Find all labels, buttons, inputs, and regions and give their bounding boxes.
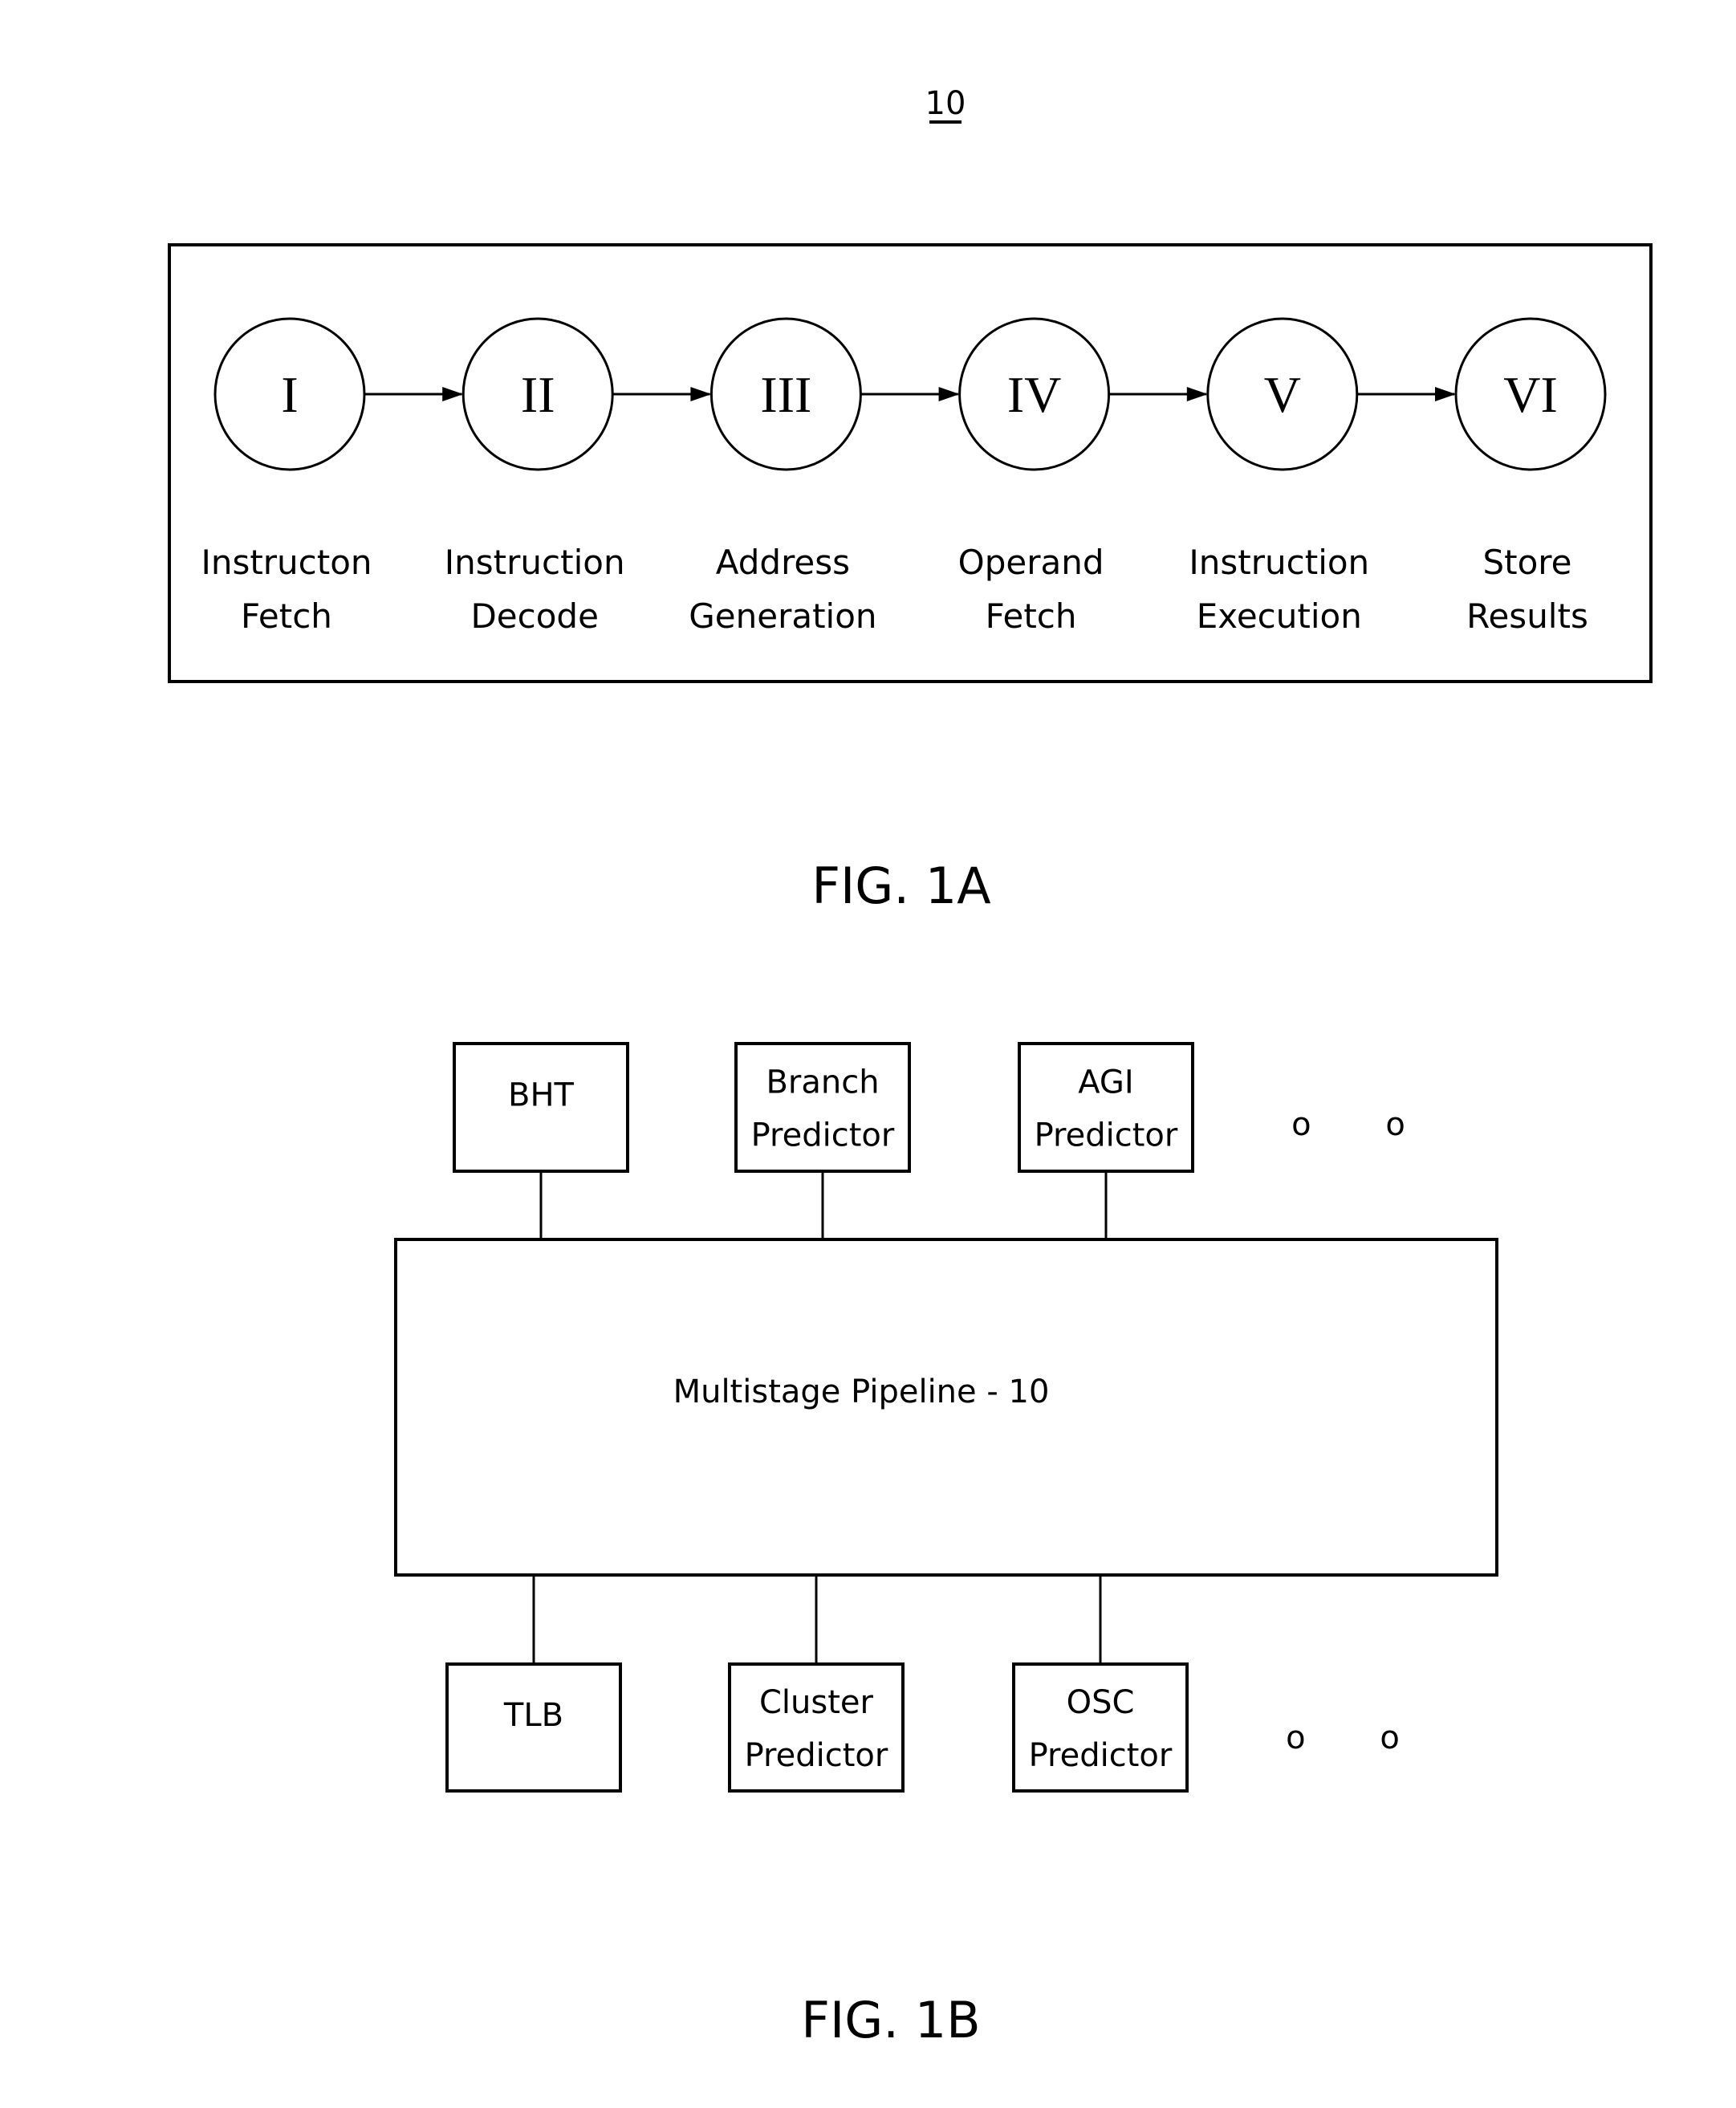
unit-label-line1: OSC <box>1067 1684 1135 1721</box>
stage-label-line1: Instruction <box>1189 543 1369 582</box>
predictor-unit: TLB <box>445 1575 622 1793</box>
pipeline-stages: I Instructon Fetch II Instruction Decode III Ad… <box>201 317 1607 636</box>
stage-numeral: I <box>281 366 298 423</box>
arrow-head-icon <box>690 387 712 401</box>
unit-label-line1: Branch <box>766 1064 879 1101</box>
stage-numeral: V <box>1264 366 1301 423</box>
pipeline-stage: IV Operand Fetch <box>958 317 1111 636</box>
pipeline-stage: V Instruction Execution <box>1189 317 1369 636</box>
stage-label-line2: Fetch <box>986 596 1077 636</box>
stage-numeral: II <box>521 366 555 423</box>
stage-label-line1: Instruction <box>445 543 625 582</box>
fig-1a-caption: FIG. 1A <box>811 857 990 915</box>
pipeline-stage: VI Store Results <box>1454 317 1607 636</box>
fig-1b-caption: FIG. 1B <box>801 1991 980 2049</box>
fig-1a: I Instructon Fetch II Instruction Decode III Ad… <box>168 243 1653 915</box>
predictor-unit: AGI Predictor <box>1018 1042 1194 1239</box>
multistage-pipeline-label: Multistage Pipeline - 10 <box>673 1373 1050 1410</box>
pipeline-stage: I Instructon Fetch <box>201 317 372 636</box>
page-reference-number: 10 <box>925 85 966 122</box>
stage-label-line2: Execution <box>1197 596 1362 636</box>
unit-label: TLB <box>503 1697 563 1734</box>
arrow-head-icon <box>1186 387 1208 401</box>
arrow-head-icon <box>1435 387 1456 401</box>
predictor-unit: Branch Predictor <box>734 1042 911 1239</box>
unit-label-line2: Predictor <box>745 1737 888 1774</box>
top-ellipsis-marks: o o <box>1291 1106 1437 1143</box>
top-units: BHT Branch Predictor AGI Predictor <box>453 1042 1194 1239</box>
stage-label-line2: Decode <box>470 596 598 636</box>
predictor-unit: OSC Predictor <box>1012 1575 1189 1793</box>
stage-label-line2: Generation <box>689 596 876 636</box>
stage-label-line1: Store <box>1482 543 1571 582</box>
patent-figure-sheet: 10 IInstructonFetchIIInstructionDecodeII… <box>168 85 1653 2049</box>
pipeline-stage: II Instruction Decode <box>445 317 625 636</box>
stage-label-line1: Instructon <box>201 543 372 582</box>
arrow-head-icon <box>938 387 960 401</box>
stage-label-line2: Fetch <box>241 596 332 636</box>
stage-label-line1: Operand <box>958 543 1104 582</box>
pipeline-stages-frame <box>168 243 1653 683</box>
stage-numeral: III <box>760 366 811 423</box>
unit-label-line2: Predictor <box>751 1117 895 1154</box>
unit-label-line1: AGI <box>1078 1064 1133 1101</box>
stage-label-line1: Address <box>716 543 850 582</box>
unit-label-line1: Cluster <box>759 1684 874 1721</box>
arrow-head-icon <box>442 387 464 401</box>
unit-label: BHT <box>508 1077 575 1114</box>
stage-numeral: IV <box>1007 366 1062 423</box>
stage-numeral: VI <box>1503 366 1558 423</box>
pipeline-stage: III Address Generation <box>689 317 877 636</box>
predictor-unit: BHT <box>453 1042 629 1239</box>
bottom-ellipsis-marks: o o <box>1286 1719 1432 1756</box>
stage-label-line2: Results <box>1466 596 1588 636</box>
bottom-units: TLB Cluster Predictor OSC Predictor <box>445 1575 1189 1793</box>
unit-label-line2: Predictor <box>1029 1737 1173 1774</box>
unit-label-line2: Predictor <box>1035 1117 1178 1154</box>
fig-1b: BHT Branch Predictor AGI Predictor o o Multi… <box>394 1042 1498 2049</box>
predictor-unit: Cluster Predictor <box>728 1575 905 1793</box>
